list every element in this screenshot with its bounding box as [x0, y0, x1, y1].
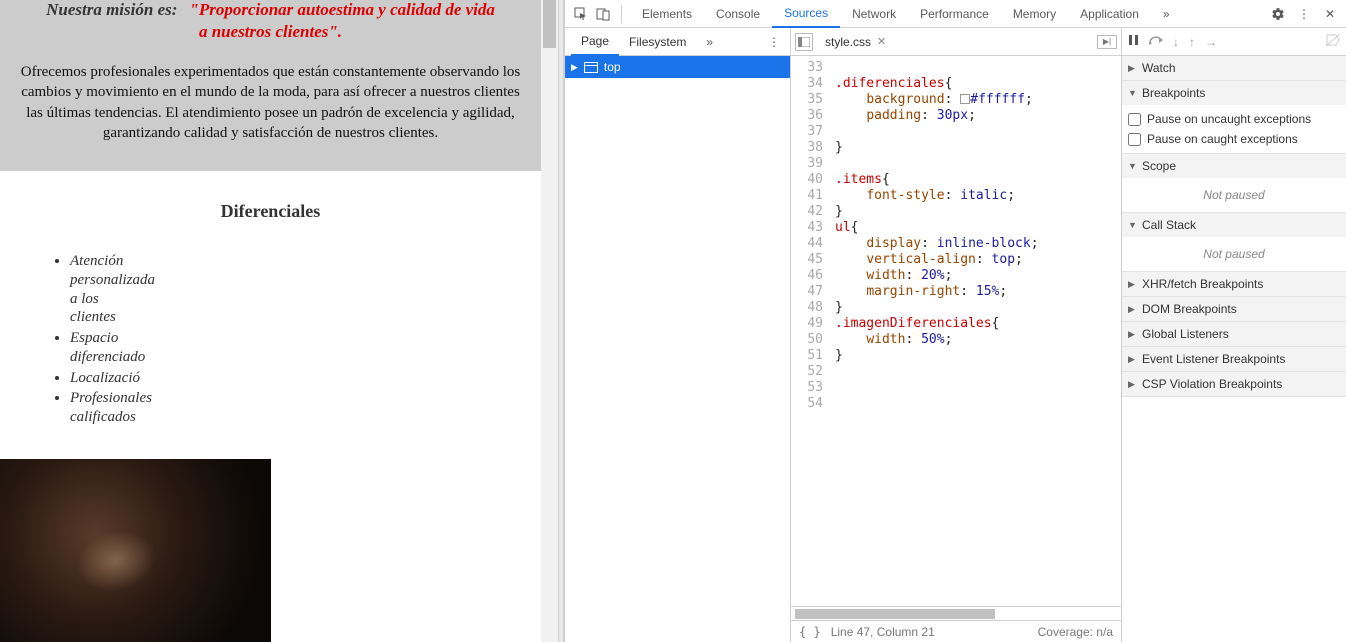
sources-editor: style.css ✕ ▶| 33 34 35 36 37 38 39 40 4… [791, 28, 1122, 642]
mission-quote-bottom: a nuestros clientes". [20, 22, 521, 42]
tree-node-top[interactable]: ▶ top [565, 56, 790, 78]
sources-navigator: Page Filesystem » ⋮ ▶ top [565, 28, 791, 642]
rendered-page: Nuestra misión es: "Proporcionar autoest… [0, 0, 558, 642]
tab-console[interactable]: Console [704, 0, 772, 27]
step-out-icon[interactable]: ↑ [1189, 35, 1195, 49]
editor-h-scrollbar[interactable] [791, 606, 1121, 620]
section-global[interactable]: ▶Global Listeners [1122, 322, 1346, 346]
page-scrollbar-track[interactable] [541, 0, 558, 642]
hero-description: Ofrecemos profesionales experimentados q… [20, 62, 521, 143]
step-over-icon[interactable] [1149, 34, 1163, 49]
section-dom[interactable]: ▶DOM Breakpoints [1122, 297, 1346, 321]
barber-photo [0, 459, 271, 642]
mission-quote-top: "Proporcionar autoestima y calidad de vi… [189, 0, 495, 19]
nav-tab-filesystem[interactable]: Filesystem [619, 28, 696, 55]
step-into-icon[interactable]: ↓ [1173, 35, 1179, 49]
tree-node-label: top [604, 60, 621, 74]
deactivate-breakpoints-icon[interactable] [1326, 34, 1340, 49]
coverage-status: Coverage: n/a [1038, 625, 1113, 639]
tab-memory[interactable]: Memory [1001, 0, 1068, 27]
devtools-tabbar: Elements Console Sources Network Perform… [630, 0, 1182, 27]
diferenciales-section: Diferenciales Atención personalizada a l… [0, 171, 541, 459]
image-section [0, 459, 541, 642]
nav-more-icon[interactable]: » [700, 35, 719, 49]
tab-performance[interactable]: Performance [908, 0, 1001, 27]
editor-tab-label: style.css [825, 35, 871, 49]
editor-gutter: 33 34 35 36 37 38 39 40 41 42 43 44 45 4… [791, 56, 829, 606]
list-item: Atención personalizada a los clientes [70, 252, 126, 327]
step-icon[interactable]: → [1205, 35, 1217, 49]
section-breakpoints[interactable]: ▼Breakpoints [1122, 81, 1346, 105]
nav-tab-page[interactable]: Page [571, 29, 619, 56]
callstack-not-paused: Not paused [1128, 241, 1340, 267]
section-xhr[interactable]: ▶XHR/fetch Breakpoints [1122, 272, 1346, 296]
device-toolbar-icon[interactable] [593, 4, 613, 24]
section-callstack[interactable]: ▼Call Stack [1122, 213, 1346, 237]
cursor-position: Line 47, Column 21 [831, 625, 935, 639]
tab-network[interactable]: Network [840, 0, 908, 27]
nav-kebab-icon[interactable]: ⋮ [764, 35, 784, 49]
pretty-print-icon[interactable]: { } [799, 625, 821, 639]
section-csp[interactable]: ▶CSP Violation Breakpoints [1122, 372, 1346, 396]
devtools-toolbar: Elements Console Sources Network Perform… [565, 0, 1346, 28]
editor-run-snippet-icon[interactable]: ▶| [1097, 35, 1117, 49]
editor-code[interactable]: .diferenciales{ background: #ffffff; pad… [829, 56, 1121, 606]
list-item: Profesionales calificados [70, 389, 126, 427]
tree-expand-icon: ▶ [571, 62, 578, 73]
mission-label: Nuestra misión es: [46, 0, 177, 19]
editor-statusbar: { } Line 47, Column 21 Coverage: n/a [791, 620, 1121, 642]
editor-nav-toggle-icon[interactable] [795, 33, 813, 51]
tab-elements[interactable]: Elements [630, 0, 704, 27]
tab-sources[interactable]: Sources [772, 1, 840, 28]
pause-uncaught-checkbox[interactable]: Pause on uncaught exceptions [1128, 109, 1340, 129]
tab-application[interactable]: Application [1068, 0, 1151, 27]
hero-section: Nuestra misión es: "Proporcionar autoest… [0, 0, 541, 171]
debugger-sidebar: ↓ ↑ → ▶Watch ▼Breakpoints Pause on uncau… [1122, 28, 1346, 642]
editor-tab-stylecss[interactable]: style.css ✕ [819, 28, 892, 55]
section-event[interactable]: ▶Event Listener Breakpoints [1122, 347, 1346, 371]
close-tab-icon[interactable]: ✕ [877, 35, 886, 48]
kebab-menu-icon[interactable]: ⋮ [1294, 4, 1314, 24]
more-tabs-icon[interactable]: » [1151, 0, 1182, 27]
debugger-toolbar: ↓ ↑ → [1122, 28, 1346, 56]
diferenciales-title: Diferenciales [30, 201, 511, 222]
section-scope[interactable]: ▼Scope [1122, 154, 1346, 178]
items-list: Atención personalizada a los clientes Es… [30, 252, 511, 429]
list-item: Espacio diferenciado [70, 329, 126, 367]
settings-gear-icon[interactable] [1268, 4, 1288, 24]
page-scrollbar-thumb[interactable] [543, 0, 556, 48]
close-devtools-icon[interactable]: ✕ [1320, 4, 1340, 24]
inspect-element-icon[interactable] [571, 4, 591, 24]
devtools-panel: Elements Console Sources Network Perform… [564, 0, 1346, 642]
pause-icon[interactable] [1128, 34, 1139, 49]
pause-caught-checkbox[interactable]: Pause on caught exceptions [1128, 129, 1340, 149]
scope-not-paused: Not paused [1128, 182, 1340, 208]
section-watch[interactable]: ▶Watch [1122, 56, 1346, 80]
frame-icon [584, 62, 598, 73]
list-item: Localizació [70, 369, 126, 388]
